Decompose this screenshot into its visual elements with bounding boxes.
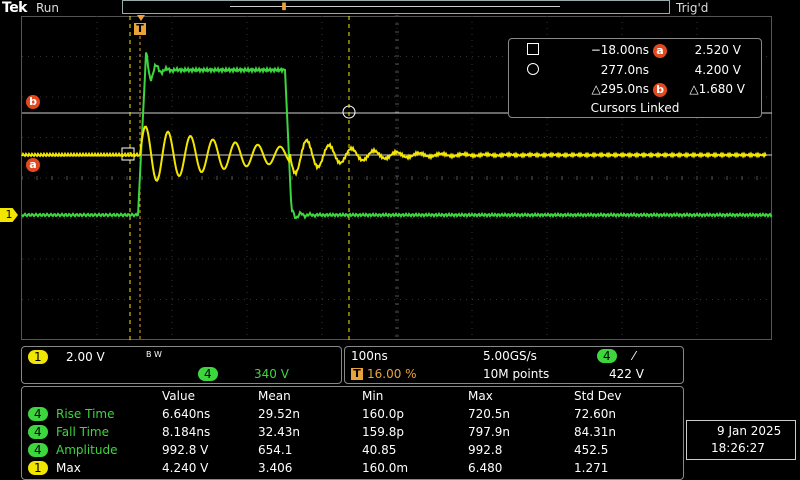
- measurement-channel-badge: 4: [28, 443, 48, 457]
- delta-level: △1.680 V: [689, 82, 745, 96]
- cursor-b-badge: b: [653, 81, 667, 97]
- cursor-2-level: 4.200 V: [694, 63, 741, 77]
- measurement-name: Max: [56, 461, 81, 475]
- measurements-panel[interactable]: Value Mean Min Max Std Dev 4 Rise Time 6.6…: [21, 386, 684, 480]
- measurement-row[interactable]: 4 Amplitude 992.8 V 654.1 40.85 992.8 452.5: [22, 441, 682, 459]
- measurement-name: Amplitude: [56, 443, 118, 457]
- datetime-box: 9 Jan 2025 18:26:27: [686, 420, 796, 460]
- col-header-stddev: Std Dev: [574, 389, 622, 403]
- measurement-max: 797.9n: [468, 425, 510, 439]
- col-header-mean: Mean: [258, 389, 291, 403]
- trigger-slope-icon[interactable]: ⁄: [633, 349, 635, 363]
- ch1-scale[interactable]: 2.00 V: [66, 350, 105, 364]
- measurement-name: Fall Time: [56, 425, 110, 439]
- timebase[interactable]: 100ns: [351, 349, 388, 363]
- trigger-level[interactable]: 422 V: [609, 367, 644, 381]
- time: 18:26:27: [711, 441, 765, 455]
- col-header-max: Max: [468, 389, 493, 403]
- measurement-row[interactable]: 1 Max 4.240 V 3.406 160.0m 6.480 1.271: [22, 459, 682, 477]
- ch1-badge[interactable]: 1: [28, 350, 48, 364]
- cursor-a-label[interactable]: a: [26, 158, 40, 172]
- horizontal-trigger-panel[interactable]: 100ns 5.00GS/s 4 ⁄ T 16.00 % 10M points …: [344, 346, 684, 384]
- col-header-value: Value: [162, 389, 195, 403]
- measurement-mean: 3.406: [258, 461, 293, 475]
- measurement-channel-badge: 4: [28, 425, 48, 439]
- col-header-min: Min: [362, 389, 384, 403]
- measurement-std: 72.60n: [574, 407, 616, 421]
- cursor-1-time: −18.00ns: [590, 43, 649, 57]
- measurement-mean: 654.1: [258, 443, 293, 457]
- measurement-channel-badge: 4: [28, 407, 48, 421]
- measurement-mean: 32.43n: [258, 425, 300, 439]
- measurement-row[interactable]: 4 Rise Time 6.640ns 29.52n 160.0p 720.5n 72.60…: [22, 405, 682, 423]
- trigger-position-icon: T: [351, 368, 363, 380]
- cursor-2-time: 277.0ns: [600, 63, 649, 77]
- measurement-name: Rise Time: [56, 407, 115, 421]
- cursor-a-badge: a: [653, 42, 667, 58]
- measurement-std: 452.5: [574, 443, 609, 457]
- measurement-value: 8.184ns: [162, 425, 211, 439]
- measurement-max: 6.480: [468, 461, 503, 475]
- trigger-arrow-icon: [137, 15, 145, 21]
- cursor-1-level: 2.520 V: [694, 43, 741, 57]
- channel-panel[interactable]: 1 2.00 V B W 4 340 V: [21, 346, 342, 384]
- cursor-b-label[interactable]: b: [26, 95, 40, 109]
- measurement-value: 4.240 V: [162, 461, 209, 475]
- measurement-row[interactable]: 4 Fall Time 8.184ns 32.43n 159.8p 797.9n 84.31…: [22, 423, 682, 441]
- measurement-std: 84.31n: [574, 425, 616, 439]
- ch1-waveform: [21, 125, 767, 183]
- measurement-max: 720.5n: [468, 407, 510, 421]
- trigger-position[interactable]: 16.00 %: [367, 367, 417, 381]
- trigger-source-badge[interactable]: 4: [597, 349, 617, 363]
- measurement-min: 40.85: [362, 443, 397, 457]
- measurement-mean: 29.52n: [258, 407, 300, 421]
- bandwidth-limit-label: B W: [146, 350, 162, 359]
- measurement-std: 1.271: [574, 461, 609, 475]
- sample-rate: 5.00GS/s: [483, 349, 537, 363]
- ch4-scale[interactable]: 340 V: [254, 367, 289, 381]
- measurement-channel-badge: 1: [28, 461, 48, 475]
- ch4-badge[interactable]: 4: [198, 367, 218, 381]
- measurement-value: 6.640ns: [162, 407, 211, 421]
- cursor-readout[interactable]: −18.00ns a 2.520 V 277.0ns 4.200 V △295.…: [508, 38, 762, 118]
- cursor-2-icon: [527, 63, 539, 79]
- measurement-min: 160.0m: [362, 461, 409, 475]
- record-length[interactable]: 10M points: [483, 367, 549, 381]
- measurement-min: 159.8p: [362, 425, 404, 439]
- measurement-min: 160.0p: [362, 407, 404, 421]
- date: 9 Jan 2025: [717, 424, 782, 438]
- trigger-marker[interactable]: T: [134, 15, 148, 37]
- cursors-linked-label: Cursors Linked: [590, 101, 680, 115]
- measurement-max: 992.8: [468, 443, 503, 457]
- trigger-t-icon: T: [134, 23, 146, 35]
- cursor-1-icon: [527, 43, 539, 59]
- delta-time: △295.0ns: [591, 82, 649, 96]
- measurement-value: 992.8 V: [162, 443, 209, 457]
